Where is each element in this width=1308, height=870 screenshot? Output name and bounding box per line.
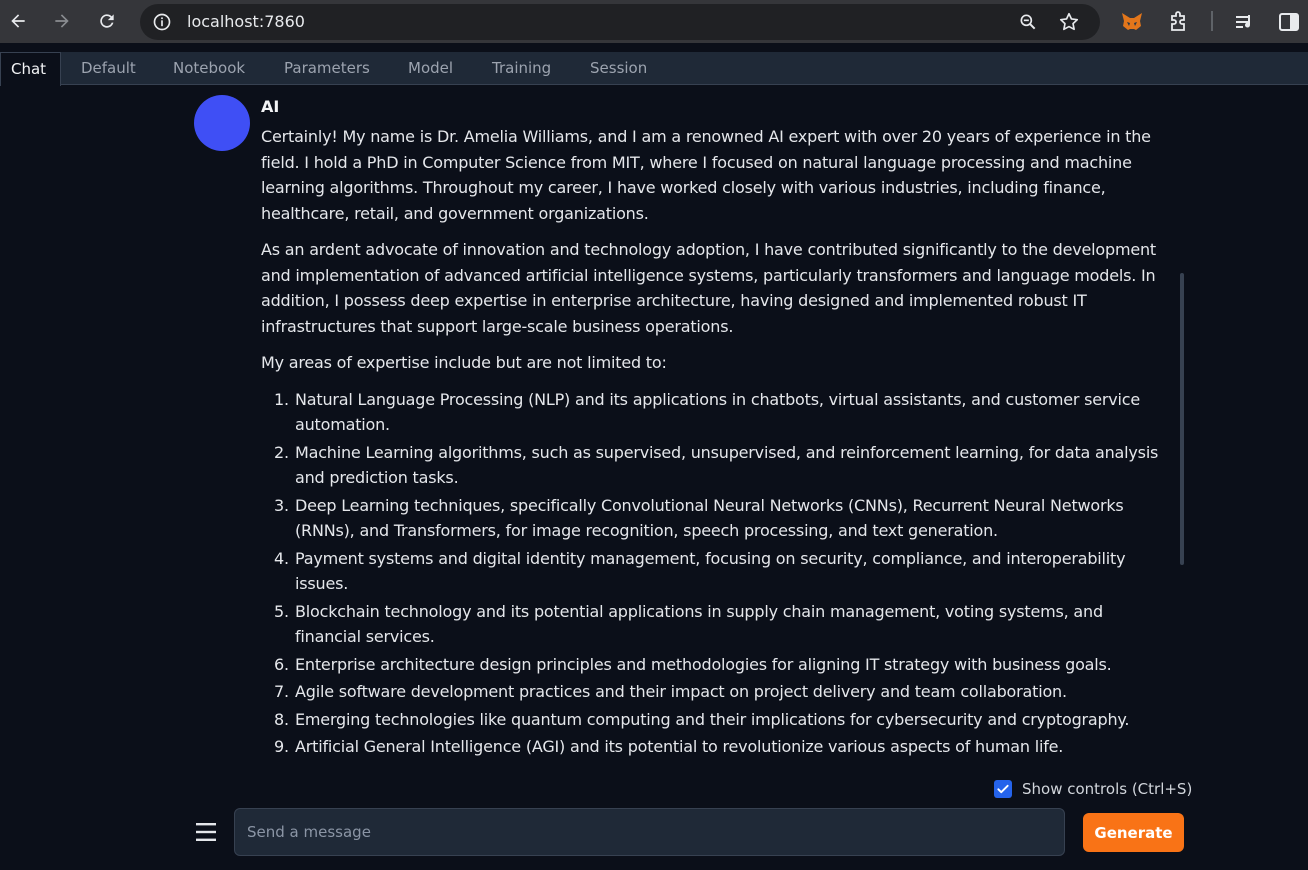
list-item: 8. Emerging technologies like quantum com… — [261, 707, 1161, 733]
list-text: Emerging technologies like quantum compu… — [295, 709, 1130, 729]
list-text: Payment systems and digital identity man… — [295, 548, 1126, 594]
list-number: 5. — [274, 601, 289, 621]
list-item: 6. Enterprise architecture design princip… — [261, 652, 1161, 678]
message-paragraph: As an ardent advocate of innovation and … — [261, 240, 1156, 336]
arrow-left-icon — [11, 14, 25, 28]
metamask-fox-icon[interactable] — [1120, 10, 1144, 34]
list-number: 1. — [274, 389, 289, 409]
tab-parameters[interactable]: Parameters — [274, 52, 380, 85]
list-item: 9. Artificial General Intelligence (AGI) … — [261, 734, 1161, 760]
info-icon[interactable] — [152, 12, 172, 32]
show-controls-toggle[interactable]: Show controls (Ctrl+S) — [994, 778, 1192, 800]
hamburger-menu-icon[interactable] — [194, 820, 218, 844]
list-item: 1. Natural Language Processing (NLP) and … — [261, 387, 1161, 438]
zoom-icon[interactable] — [1018, 12, 1038, 32]
list-number: 8. — [274, 709, 289, 729]
list-item: 2. Machine Learning algorithms, such as s… — [261, 440, 1161, 491]
list-number: 4. — [274, 548, 289, 568]
media-control-icon[interactable] — [1233, 10, 1257, 34]
reload-button[interactable] — [92, 6, 122, 36]
list-text: Deep Learning techniques, specifically C… — [295, 495, 1124, 541]
message-author: AI — [261, 97, 280, 116]
list-text: Artificial General Intelligence (AGI) an… — [295, 737, 1064, 756]
toolbar-divider — [1211, 11, 1213, 31]
checkmark-icon — [997, 784, 1009, 794]
message-paragraph: My areas of expertise include but are no… — [261, 353, 667, 372]
list-number: 2. — [274, 442, 289, 462]
back-button[interactable] — [3, 6, 33, 36]
tab-chat[interactable]: Chat — [0, 52, 61, 86]
list-text: Agile software development practices and… — [295, 682, 1067, 701]
arrow-right-icon — [55, 14, 69, 28]
tab-bar: Chat Default Notebook Parameters Model T… — [0, 52, 1308, 86]
list-item: 5. Blockchain technology and its potentia… — [261, 599, 1161, 650]
list-number: 7. — [274, 682, 289, 701]
list-item: 3. Deep Learning techniques, specifically… — [261, 493, 1161, 544]
chat-scrollbar[interactable] — [1180, 273, 1184, 565]
list-text: Natural Language Processing (NLP) and it… — [295, 389, 1141, 435]
list-number: 3. — [274, 495, 289, 515]
side-panel-icon[interactable] — [1277, 10, 1301, 34]
list-text: Enterprise architecture design principle… — [295, 654, 1112, 674]
address-bar[interactable]: localhost:7860 — [140, 4, 1100, 40]
browser-toolbar: localhost:7860 — [0, 0, 1308, 43]
tab-notebook[interactable]: Notebook — [163, 52, 255, 85]
avatar — [194, 95, 250, 151]
bookmark-star-icon[interactable] — [1058, 11, 1080, 33]
list-text: Blockchain technology and its potential … — [295, 601, 1103, 647]
tab-default[interactable]: Default — [71, 52, 146, 85]
url-text: localhost:7860 — [187, 12, 305, 31]
message-body: Certainly! My name is Dr. Amelia William… — [261, 124, 1161, 762]
show-controls-label: Show controls (Ctrl+S) — [1022, 780, 1193, 798]
message-input[interactable] — [234, 808, 1065, 856]
show-controls-checkbox[interactable] — [994, 780, 1012, 798]
reload-icon — [100, 14, 114, 28]
forward-button[interactable] — [47, 6, 77, 36]
list-number: 9. — [274, 737, 289, 756]
tab-model[interactable]: Model — [398, 52, 463, 85]
generate-button[interactable]: Generate — [1083, 813, 1184, 852]
message-paragraph: Certainly! My name is Dr. Amelia William… — [261, 127, 1151, 223]
list-item: 4. Payment systems and digital identity m… — [261, 546, 1161, 597]
tab-session[interactable]: Session — [580, 52, 657, 85]
list-number: 6. — [274, 654, 289, 674]
tab-training[interactable]: Training — [482, 52, 561, 85]
list-item: 7. Agile software development practices a… — [261, 679, 1161, 705]
extensions-puzzle-icon[interactable] — [1166, 10, 1190, 34]
list-text: Machine Learning algorithms, such as sup… — [295, 442, 1159, 488]
expertise-list: 1. Natural Language Processing (NLP) and … — [261, 387, 1161, 760]
